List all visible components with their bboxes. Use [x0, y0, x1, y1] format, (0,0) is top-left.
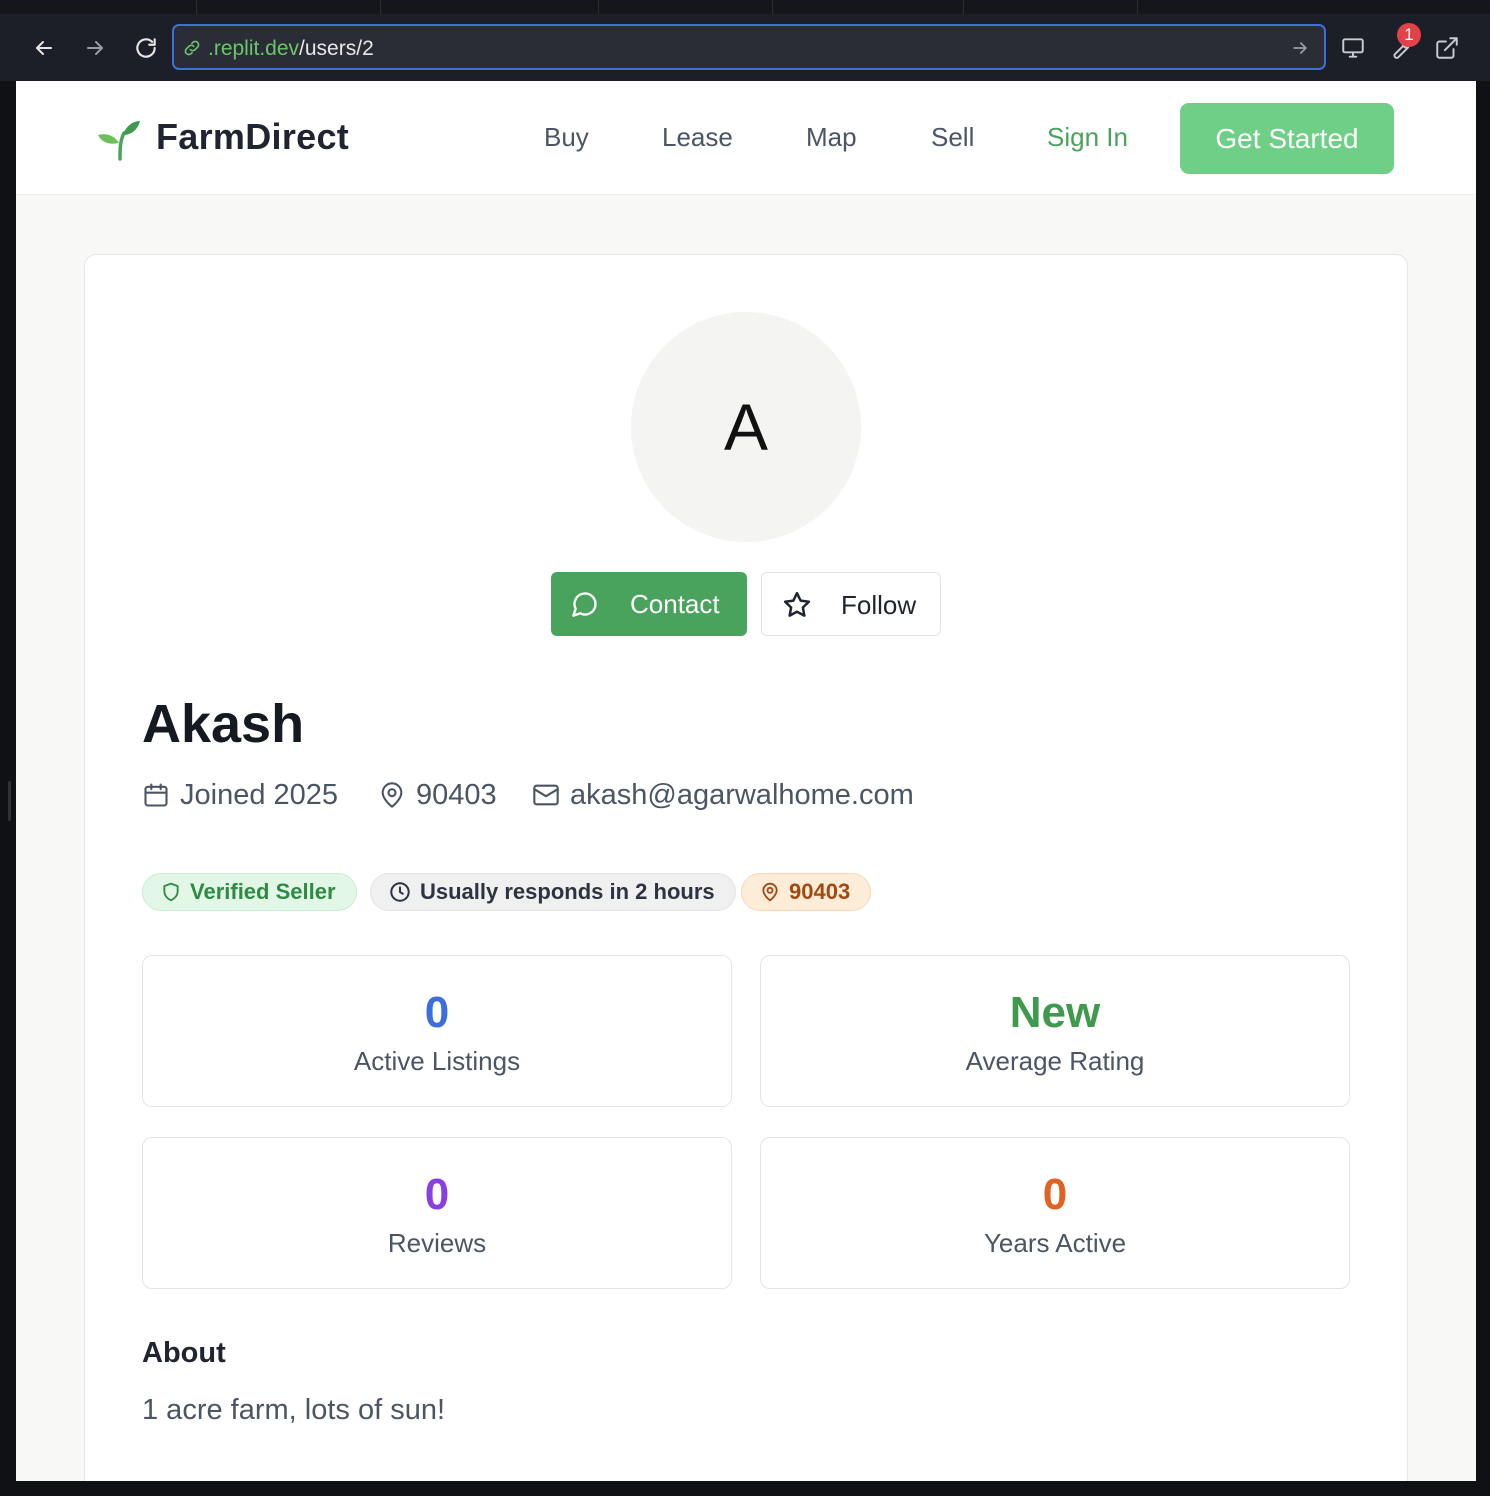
browser-tab-strip: [0, 0, 1490, 14]
url-domain: .replit.dev: [208, 37, 300, 60]
follow-label: Follow: [841, 590, 917, 620]
response-time-label: Usually responds in 2 hours: [420, 879, 715, 904]
open-new-tab-button[interactable]: [1429, 30, 1465, 66]
stat-label: Years Active: [983, 1228, 1127, 1258]
verified-seller-label: Verified Seller: [190, 879, 336, 904]
web-page: FarmDirect Buy Lease Map Sell Sign In Ge…: [16, 81, 1476, 1481]
profile-name: Akash: [142, 694, 305, 754]
stat-average-rating: New Average Rating: [760, 955, 1350, 1107]
mail-icon: [533, 784, 559, 806]
verified-seller-badge: Verified Seller: [142, 873, 357, 911]
email-text[interactable]: akash@agarwalhome.com: [570, 779, 914, 812]
nav-link-buy[interactable]: Buy: [544, 122, 589, 153]
follow-button[interactable]: Follow: [761, 572, 941, 636]
shield-icon: [163, 882, 179, 902]
email-info: akash@agarwalhome.com: [532, 775, 914, 815]
tab-separator: [380, 0, 381, 14]
url-path: /users/2: [299, 37, 374, 60]
zip-text: 90403: [416, 778, 497, 811]
url-text: .replit.dev/users/2: [208, 37, 374, 61]
stat-value: 0: [424, 1170, 450, 1219]
about-text: 1 acre farm, lots of sun!: [142, 1394, 446, 1426]
message-circle-icon: [572, 592, 597, 617]
arrow-right-icon: [87, 41, 103, 55]
reload-button[interactable]: [128, 30, 164, 66]
address-bar[interactable]: .replit.dev/users/2: [172, 24, 1326, 70]
notification-badge: 1: [1397, 23, 1421, 47]
avatar: A: [631, 312, 861, 542]
calendar-icon: [144, 783, 168, 807]
map-pin-icon: [381, 782, 403, 808]
window-edge: [0, 81, 16, 1481]
resize-handle[interactable]: [8, 781, 11, 821]
contact-label: Contact: [630, 589, 720, 619]
monitor-icon: [1342, 38, 1364, 58]
joined-text: Joined 2025: [180, 778, 339, 811]
tab-separator: [772, 0, 773, 14]
stat-value: 0: [424, 988, 450, 1037]
stat-value: New: [1009, 988, 1101, 1037]
stat-label: Reviews: [387, 1228, 487, 1258]
star-icon: [783, 591, 811, 617]
stat-label: Average Rating: [965, 1046, 1145, 1076]
get-started-button[interactable]: Get Started: [1180, 103, 1394, 174]
tab-separator: [196, 0, 197, 14]
external-link-icon: [1436, 37, 1458, 59]
contact-button[interactable]: Contact: [551, 572, 747, 636]
nav-link-map[interactable]: Map: [806, 122, 857, 153]
clock-icon: [390, 882, 410, 902]
arrow-left-icon: [36, 41, 52, 55]
browser-toolbar: .replit.dev/users/2: [0, 14, 1490, 81]
back-button[interactable]: [26, 30, 62, 66]
tab-separator: [1137, 0, 1138, 14]
sprout-logo-icon[interactable]: [96, 117, 142, 161]
sign-in-link[interactable]: Sign In: [1047, 122, 1128, 153]
nav-link-sell[interactable]: Sell: [931, 122, 974, 153]
forward-button[interactable]: [77, 30, 113, 66]
site-header: FarmDirect Buy Lease Map Sell Sign In Ge…: [16, 81, 1476, 195]
stat-active-listings: 0 Active Listings: [142, 955, 732, 1107]
zip-info: 90403: [378, 775, 497, 815]
profile-card: A Contact Follow Akash Joined 2025 90403…: [84, 254, 1408, 1481]
location-label: 90403: [789, 879, 851, 904]
stat-label: Active Listings: [353, 1046, 521, 1076]
go-arrow-icon[interactable]: [1290, 38, 1310, 58]
reload-icon: [136, 38, 156, 58]
device-preview-button[interactable]: [1335, 30, 1371, 66]
stat-reviews: 0 Reviews: [142, 1137, 732, 1289]
nav-link-lease[interactable]: Lease: [662, 122, 733, 153]
about-heading: About: [142, 1337, 226, 1369]
tab-separator: [963, 0, 964, 14]
link-icon: [184, 40, 200, 56]
response-time-badge: Usually responds in 2 hours: [370, 873, 736, 911]
joined-info: Joined 2025: [142, 775, 338, 815]
tab-separator: [598, 0, 599, 14]
stat-years-active: 0 Years Active: [760, 1137, 1350, 1289]
location-badge: 90403: [741, 873, 872, 911]
map-pin-icon: [762, 882, 778, 902]
stat-value: 0: [1042, 1170, 1068, 1219]
brand-name[interactable]: FarmDirect: [156, 116, 349, 158]
